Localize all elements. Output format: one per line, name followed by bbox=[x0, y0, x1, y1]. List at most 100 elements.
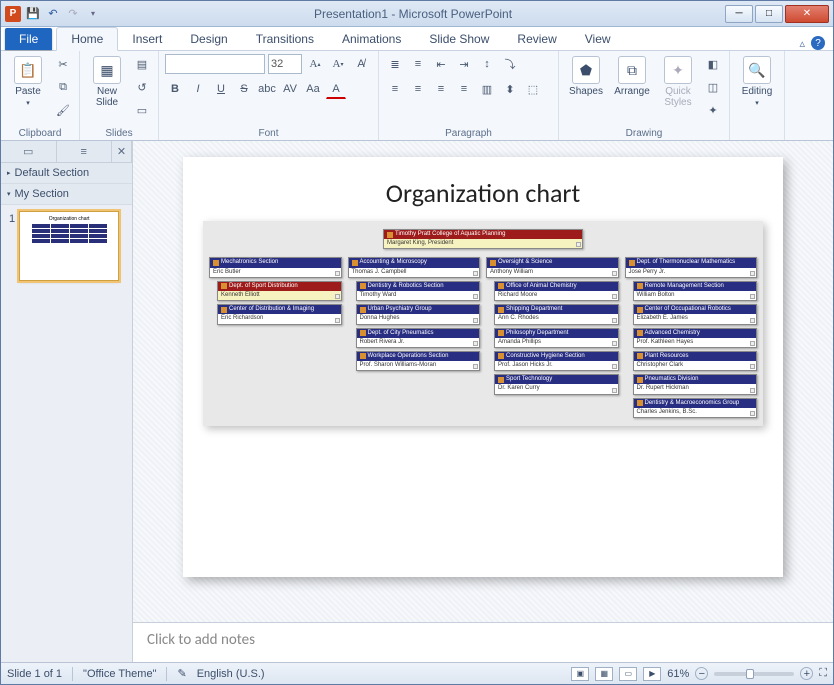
case-icon[interactable]: Aa bbox=[303, 79, 323, 99]
line-spacing-icon[interactable]: ↕ bbox=[477, 54, 497, 74]
shadow-icon[interactable]: abc bbox=[257, 79, 277, 99]
org-node[interactable]: Pneumatics DivisionDr. Rupert Hickman bbox=[633, 374, 758, 394]
org-node[interactable]: Workplace Operations SectionProf. Sharon… bbox=[356, 351, 481, 371]
org-node[interactable]: Sport TechnologyDr. Karen Curry bbox=[494, 374, 619, 394]
indent-inc-icon[interactable]: ⇥ bbox=[454, 54, 474, 74]
align-right-icon[interactable]: ≡ bbox=[431, 79, 451, 99]
clear-format-icon[interactable]: A̸ bbox=[351, 54, 371, 74]
new-slide-button[interactable]: ▦ New Slide bbox=[86, 54, 128, 110]
font-family-select[interactable] bbox=[165, 54, 265, 74]
slide-canvas[interactable]: Organization chart Timothy Pratt College… bbox=[183, 157, 783, 577]
bold-icon[interactable]: B bbox=[165, 79, 185, 99]
justify-icon[interactable]: ≡ bbox=[454, 79, 474, 99]
numbering-icon[interactable]: ≡ bbox=[408, 54, 428, 74]
org-node[interactable]: Shipping DepartmentAnn C. Rhodes bbox=[494, 304, 619, 324]
org-node[interactable]: Advanced ChemistryProf. Kathleen Hayes bbox=[633, 328, 758, 348]
layout-icon[interactable]: ▤ bbox=[132, 54, 152, 74]
bullets-icon[interactable]: ≣ bbox=[385, 54, 405, 74]
reset-icon[interactable]: ↺ bbox=[132, 77, 152, 97]
tab-view[interactable]: View bbox=[571, 28, 625, 50]
minimize-ribbon-icon[interactable]: ▵ bbox=[799, 37, 805, 50]
redo-icon[interactable]: ↷ bbox=[65, 6, 81, 22]
qat-dropdown-icon[interactable]: ▾ bbox=[85, 6, 101, 22]
zoom-out-icon[interactable]: − bbox=[695, 667, 708, 680]
org-node[interactable]: Remote Management SectionWilliam Bolton bbox=[633, 281, 758, 301]
maximize-button[interactable]: □ bbox=[755, 5, 783, 23]
tab-transitions[interactable]: Transitions bbox=[242, 28, 328, 50]
columns-icon[interactable]: ▥ bbox=[477, 79, 497, 99]
pane-tab-slides[interactable]: ▭ bbox=[1, 141, 57, 162]
minimize-button[interactable]: ─ bbox=[725, 5, 753, 23]
section-default[interactable]: ▸Default Section bbox=[1, 163, 132, 184]
smartart-icon[interactable]: ⬚ bbox=[523, 79, 543, 99]
status-language[interactable]: English (U.S.) bbox=[197, 668, 265, 680]
tab-animations[interactable]: Animations bbox=[328, 28, 415, 50]
tab-review[interactable]: Review bbox=[503, 28, 570, 50]
slide-thumbnail-1[interactable]: 1 Organization chart bbox=[1, 205, 132, 287]
paste-button[interactable]: 📋 Paste ▾ bbox=[7, 54, 49, 109]
shapes-button[interactable]: ⬟Shapes bbox=[565, 54, 607, 99]
help-icon[interactable]: ? bbox=[811, 36, 825, 50]
shape-outline-icon[interactable]: ◫ bbox=[703, 77, 723, 97]
tab-file[interactable]: File bbox=[5, 28, 52, 50]
fit-window-icon[interactable]: ⛶ bbox=[819, 667, 827, 680]
align-text-icon[interactable]: ⬍ bbox=[500, 79, 520, 99]
font-size-select[interactable] bbox=[268, 54, 302, 74]
shape-effects-icon[interactable]: ✦ bbox=[703, 100, 723, 120]
editing-button[interactable]: 🔍Editing▾ bbox=[736, 54, 778, 109]
format-painter-icon[interactable]: 🖌 bbox=[53, 100, 73, 120]
org-node[interactable]: Dept. of Thermonuclear MathematicsJose P… bbox=[625, 257, 758, 277]
org-node[interactable]: Oversight & ScienceAnthony William bbox=[486, 257, 619, 277]
tab-slideshow[interactable]: Slide Show bbox=[415, 28, 503, 50]
org-node[interactable]: Dept. of Sport DistributionKenneth Ellio… bbox=[217, 281, 342, 301]
pane-tab-outline[interactable]: ≡ bbox=[57, 141, 113, 162]
org-node[interactable]: Dept. of City PneumaticsRobert Rivera Jr… bbox=[356, 328, 481, 348]
slideshow-view-icon[interactable]: ▶ bbox=[643, 667, 661, 681]
quick-styles-button[interactable]: ✦Quick Styles bbox=[657, 54, 699, 110]
strike-icon[interactable]: S bbox=[234, 79, 254, 99]
pane-close-icon[interactable]: ✕ bbox=[112, 141, 132, 162]
grow-font-icon[interactable]: A▴ bbox=[305, 54, 325, 74]
org-node-root[interactable]: Timothy Pratt College of Aquatic Plannin… bbox=[383, 229, 583, 249]
spellcheck-icon[interactable]: ✎ bbox=[177, 667, 186, 680]
spacing-icon[interactable]: AV bbox=[280, 79, 300, 99]
tab-design[interactable]: Design bbox=[176, 28, 241, 50]
sorter-view-icon[interactable]: ▦ bbox=[595, 667, 613, 681]
zoom-slider[interactable] bbox=[714, 672, 794, 676]
org-node[interactable]: Dentistry & Macroeconomics GroupCharles … bbox=[633, 398, 758, 418]
org-node[interactable]: Mechatronics SectionEric Butler bbox=[209, 257, 342, 277]
italic-icon[interactable]: I bbox=[188, 79, 208, 99]
section-icon[interactable]: ▭ bbox=[132, 100, 152, 120]
org-node[interactable]: Constructive Hygiene SectionProf. Jason … bbox=[494, 351, 619, 371]
org-node[interactable]: Office of Animal ChemistryRichard Moore bbox=[494, 281, 619, 301]
normal-view-icon[interactable]: ▣ bbox=[571, 667, 589, 681]
align-left-icon[interactable]: ≡ bbox=[385, 79, 405, 99]
font-color-icon[interactable]: A bbox=[326, 79, 346, 99]
org-node[interactable]: Accounting & MicroscopyThomas J. Campbel… bbox=[348, 257, 481, 277]
zoom-in-icon[interactable]: + bbox=[800, 667, 813, 680]
section-my[interactable]: ▾My Section bbox=[1, 184, 132, 205]
save-icon[interactable]: 💾 bbox=[25, 6, 41, 22]
reading-view-icon[interactable]: ▭ bbox=[619, 667, 637, 681]
org-node[interactable]: Center of Distribution & ImagingEric Ric… bbox=[217, 304, 342, 324]
org-node[interactable]: Dentistry & Robotics SectionTimothy Ward bbox=[356, 281, 481, 301]
indent-dec-icon[interactable]: ⇤ bbox=[431, 54, 451, 74]
notes-pane[interactable]: Click to add notes bbox=[133, 622, 833, 662]
text-direction-icon[interactable]: ⤵ bbox=[500, 54, 520, 74]
tab-home[interactable]: Home bbox=[56, 27, 118, 51]
shape-fill-icon[interactable]: ◧ bbox=[703, 54, 723, 74]
slide-title[interactable]: Organization chart bbox=[203, 177, 763, 209]
copy-icon[interactable]: ⧉ bbox=[53, 77, 73, 97]
org-chart[interactable]: Timothy Pratt College of Aquatic Plannin… bbox=[203, 221, 763, 426]
align-center-icon[interactable]: ≡ bbox=[408, 79, 428, 99]
undo-icon[interactable]: ↶ bbox=[45, 6, 61, 22]
tab-insert[interactable]: Insert bbox=[118, 28, 176, 50]
org-node[interactable]: Center of Occupational RoboticsElizabeth… bbox=[633, 304, 758, 324]
close-button[interactable]: ✕ bbox=[785, 5, 829, 23]
org-node[interactable]: Philosophy DepartmentAmanda Phillips bbox=[494, 328, 619, 348]
arrange-button[interactable]: ⧉Arrange bbox=[611, 54, 653, 99]
org-node[interactable]: Urban Psychiatry GroupDonna Hughes bbox=[356, 304, 481, 324]
slide-thumb[interactable]: Organization chart bbox=[19, 211, 119, 281]
cut-icon[interactable]: ✂ bbox=[53, 54, 73, 74]
underline-icon[interactable]: U bbox=[211, 79, 231, 99]
